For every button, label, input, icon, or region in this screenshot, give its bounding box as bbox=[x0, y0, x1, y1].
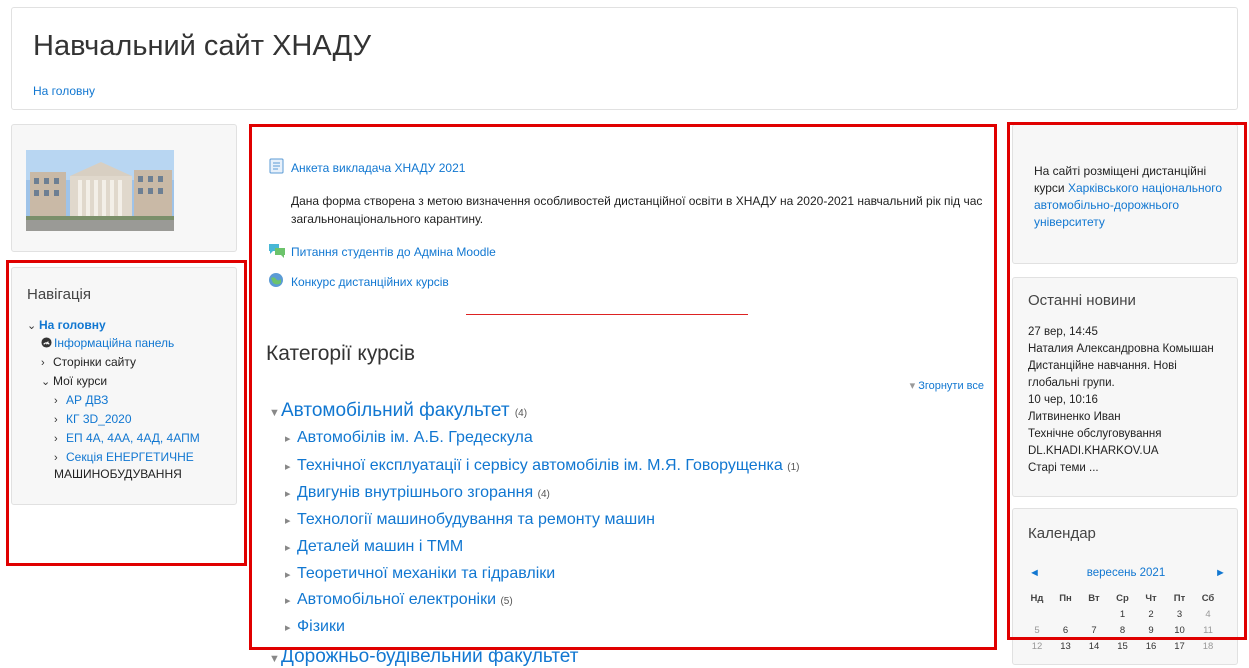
category-item[interactable]: ▸ Технічної експлуатації і сервісу автомо… bbox=[285, 457, 799, 475]
university-building-image bbox=[26, 150, 174, 231]
activity-forum-link[interactable]: Питання студентів до Адміна Moodle bbox=[291, 245, 496, 259]
older-topics-link[interactable]: Старі теми ... bbox=[1028, 462, 1099, 474]
calendar-weekday: Чт bbox=[1145, 593, 1157, 604]
category-item[interactable]: ▸ Фізики bbox=[285, 618, 345, 636]
triangle-down-icon: ▼ bbox=[269, 407, 280, 419]
calendar-block: Календар ◄ вересень 2021 ► Нд Пн Вт Ср Чт Пт С… bbox=[1012, 508, 1238, 665]
navigation-title: Навігація bbox=[27, 286, 92, 303]
nav-item-dashboard[interactable]: Інформаційна панель bbox=[41, 336, 174, 350]
feedback-icon bbox=[269, 158, 284, 174]
news-date: 10 чер, 10:16 bbox=[1028, 394, 1098, 406]
category-automobile-faculty[interactable]: ▼Автомобільний факультет (4) bbox=[269, 400, 527, 422]
nav-item-my-courses[interactable]: ⌄ Мої курси bbox=[41, 374, 107, 388]
nav-item-course-kg-3d[interactable]: › КГ 3D_2020 bbox=[54, 412, 132, 426]
calendar-weekday: Ср bbox=[1116, 593, 1129, 604]
category-item[interactable]: ▸ Теоретичної механіки та гідравліки bbox=[285, 565, 555, 583]
url-icon bbox=[269, 273, 283, 287]
chevron-right-icon: › bbox=[54, 433, 58, 445]
news-title-link[interactable]: Технічне обслуговування bbox=[1028, 428, 1161, 440]
calendar-day[interactable]: 6 bbox=[1054, 625, 1078, 636]
triangle-right-icon: ▸ bbox=[285, 542, 291, 554]
triangle-right-icon: ▸ bbox=[285, 515, 291, 527]
nav-item-course-energy-line2[interactable]: МАШИНОБУДУВАННЯ bbox=[54, 467, 182, 481]
calendar-month-link[interactable]: вересень 2021 bbox=[1013, 567, 1239, 579]
calendar-day[interactable]: 9 bbox=[1139, 625, 1163, 636]
category-item[interactable]: ▸ Двигунів внутрішнього згорання (4) bbox=[285, 484, 550, 502]
nav-item-course-energy[interactable]: › Секція ЕНЕРГЕТИЧНЕ bbox=[54, 450, 194, 464]
calendar-day[interactable]: 7 bbox=[1082, 625, 1106, 636]
logo-block bbox=[11, 124, 237, 252]
chevron-down-icon: ⌄ bbox=[27, 320, 37, 332]
nav-item-course-ep[interactable]: › ЕП 4А, 4АА, 4АД, 4АПМ bbox=[54, 431, 200, 445]
site-title: Навчальний сайт ХНАДУ bbox=[33, 30, 372, 62]
info-text: На сайті розміщені дистанційні курси Хар… bbox=[1034, 164, 1223, 229]
calendar-day[interactable]: 2 bbox=[1139, 609, 1163, 620]
calendar-day[interactable]: 3 bbox=[1168, 609, 1192, 620]
triangle-down-icon: ▾ bbox=[909, 380, 919, 392]
breadcrumb-home-link[interactable]: На головну bbox=[33, 84, 95, 98]
news-author: Наталия Александровна Комышан bbox=[1028, 343, 1214, 355]
news-date: 27 вер, 14:45 bbox=[1028, 326, 1098, 338]
triangle-down-icon: ▼ bbox=[269, 653, 280, 665]
chevron-right-icon: › bbox=[41, 357, 45, 369]
news-title-link-line2[interactable]: глобальні групи. bbox=[1028, 377, 1115, 389]
calendar-day[interactable]: 1 bbox=[1111, 609, 1135, 620]
chevron-right-icon: › bbox=[54, 395, 58, 407]
news-author: Литвиненко Иван bbox=[1028, 411, 1121, 423]
news-title-link-line2[interactable]: DL.KHADI.KHARKOV.UA bbox=[1028, 445, 1159, 457]
category-item[interactable]: ▸ Автомобільної електроніки (5) bbox=[285, 591, 513, 609]
calendar-day[interactable]: 12 bbox=[1025, 641, 1049, 652]
course-categories-title: Категорії курсів bbox=[266, 342, 416, 365]
activity-feedback-link[interactable]: Анкета викладача ХНАДУ 2021 bbox=[291, 161, 465, 175]
triangle-right-icon: ▸ bbox=[285, 433, 291, 445]
calendar-day[interactable]: 11 bbox=[1196, 625, 1220, 636]
nav-item-home[interactable]: ⌄ На головну bbox=[27, 318, 106, 332]
calendar-weekday: Сб bbox=[1201, 593, 1215, 604]
triangle-right-icon: ▸ bbox=[285, 569, 291, 581]
chevron-down-icon: ⌄ bbox=[41, 376, 51, 388]
calendar-day[interactable]: 13 bbox=[1054, 641, 1078, 652]
calendar-weekday: Вт bbox=[1088, 593, 1100, 604]
calendar-title: Календар bbox=[1028, 525, 1096, 542]
calendar-day[interactable]: 14 bbox=[1082, 641, 1106, 652]
latest-news-title: Останні новини bbox=[1028, 292, 1136, 309]
calendar-day[interactable]: 8 bbox=[1111, 625, 1135, 636]
triangle-right-icon: ▸ bbox=[285, 461, 291, 473]
calendar-next-month-icon[interactable]: ► bbox=[1215, 567, 1226, 579]
forum-icon bbox=[269, 244, 285, 258]
page-header: Навчальний сайт ХНАДУ На головну bbox=[11, 7, 1238, 110]
category-item[interactable]: ▸ Автомобілів ім. А.Б. Гредескула bbox=[285, 429, 533, 447]
chevron-right-icon: › bbox=[54, 414, 58, 426]
category-item[interactable]: ▸ Деталей машин і ТММ bbox=[285, 538, 463, 556]
chevron-right-icon: › bbox=[54, 452, 58, 464]
latest-news-block: Останні новини 27 вер, 14:45 Наталия Але… bbox=[1012, 277, 1238, 497]
activity-url-link[interactable]: Конкурс дистанційних курсів bbox=[291, 275, 449, 289]
calendar-day[interactable]: 17 bbox=[1168, 641, 1192, 652]
collapse-all-link[interactable]: ▾ Згорнути все bbox=[910, 379, 984, 392]
main-content: Анкета викладача ХНАДУ 2021 Дана форма с… bbox=[251, 124, 996, 667]
calendar-weekday: Нд bbox=[1030, 593, 1044, 604]
triangle-right-icon: ▸ bbox=[285, 622, 291, 634]
nav-item-course-ar-dvz[interactable]: › АР ДВЗ bbox=[54, 393, 108, 407]
activity-description-line1: Дана форма створена з метою визначення о… bbox=[291, 194, 983, 208]
calendar-weekday: Пт bbox=[1173, 593, 1186, 604]
triangle-right-icon: ▸ bbox=[285, 595, 291, 607]
calendar-day[interactable]: 10 bbox=[1168, 625, 1192, 636]
navigation-block: Навігація ⌄ На головну Інформаційна панел… bbox=[11, 267, 237, 505]
divider bbox=[466, 314, 748, 315]
info-block: На сайті розміщені дистанційні курси Хар… bbox=[1012, 124, 1238, 264]
calendar-day[interactable]: 4 bbox=[1196, 609, 1220, 620]
dashboard-icon bbox=[41, 337, 52, 348]
activity-description-line2: загальнонаціонального карантину. bbox=[291, 212, 484, 226]
calendar-day[interactable]: 15 bbox=[1111, 641, 1135, 652]
triangle-right-icon: ▸ bbox=[285, 488, 291, 500]
calendar-weekday: Пн bbox=[1059, 593, 1072, 604]
nav-item-site-pages[interactable]: › Сторінки сайту bbox=[41, 355, 136, 369]
category-item[interactable]: ▸ Технології машинобудування та ремонту м… bbox=[285, 511, 655, 529]
calendar-day[interactable]: 16 bbox=[1139, 641, 1163, 652]
calendar-day[interactable]: 5 bbox=[1025, 625, 1049, 636]
calendar-day[interactable]: 18 bbox=[1196, 641, 1220, 652]
news-title-link[interactable]: Дистанційне навчання. Нові bbox=[1028, 360, 1177, 372]
